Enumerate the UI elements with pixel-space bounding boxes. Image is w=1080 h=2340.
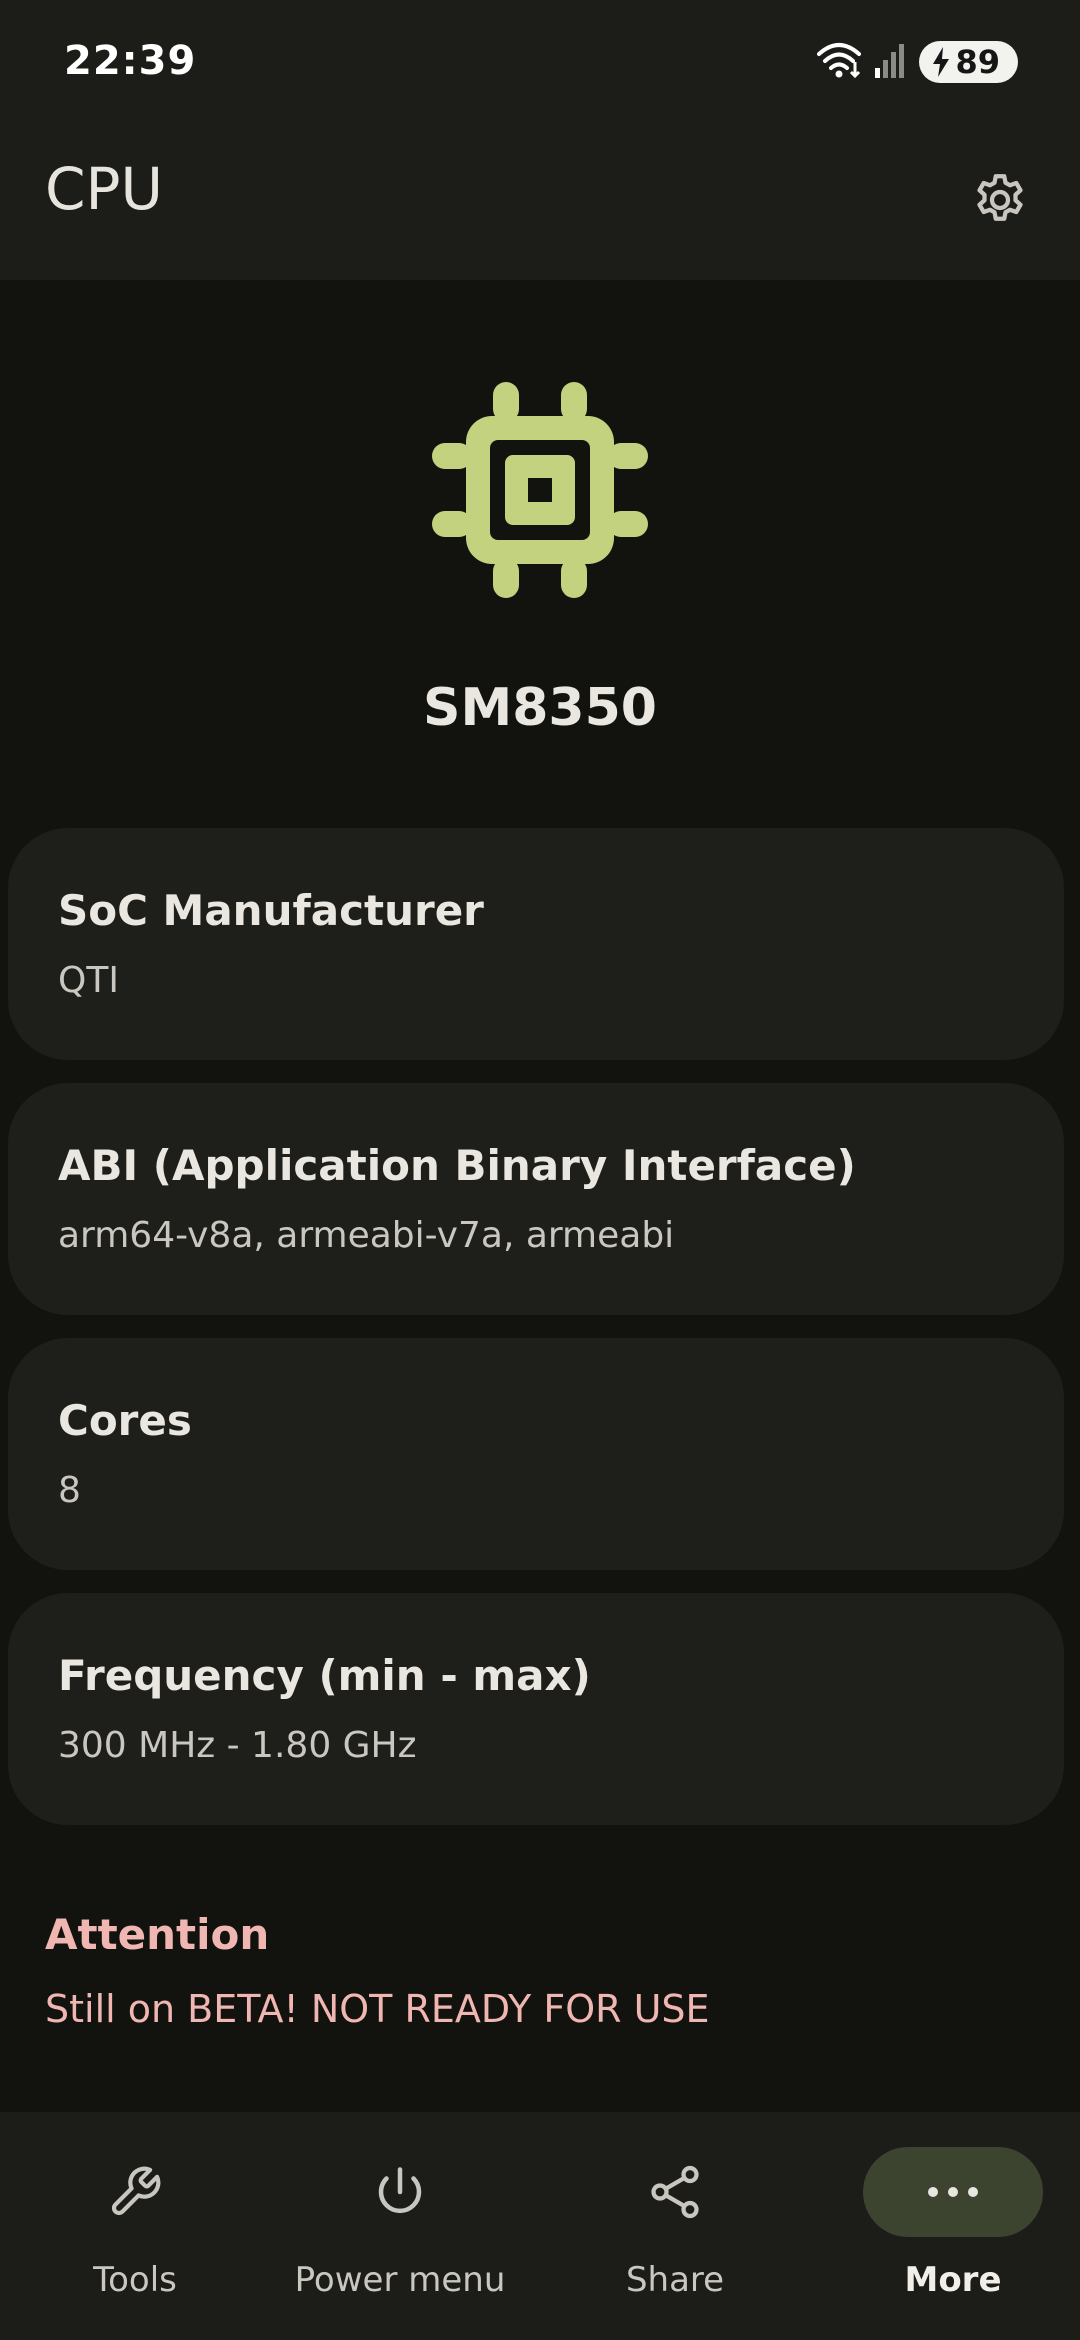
signal-icon — [875, 42, 905, 82]
status-bar: 22:39 89 — [0, 0, 1080, 125]
card-value: arm64-v8a, armeabi-v7a, armeabi — [58, 1215, 675, 1256]
nav-icon-container — [310, 2147, 490, 2237]
power-icon — [378, 2167, 422, 2214]
nav-label: Power menu — [294, 2260, 506, 2300]
card-title: Cores — [58, 1396, 192, 1445]
nav-label: Share — [625, 2260, 725, 2300]
page-title: CPU — [45, 155, 163, 223]
nav-item-tools[interactable]: Tools — [0, 2112, 270, 2340]
nav-icon-container — [45, 2147, 225, 2237]
info-card-abi: ABI (Application Binary Interface) arm64… — [8, 1083, 1064, 1315]
settings-button[interactable] — [950, 150, 1050, 250]
gear-icon — [977, 174, 1023, 221]
nav-icon-container — [585, 2147, 765, 2237]
nav-item-more[interactable]: More — [818, 2112, 1080, 2340]
more-horizontal-icon — [928, 2187, 978, 2197]
share-icon — [651, 2165, 699, 2219]
nav-label: Tools — [93, 2260, 177, 2300]
wifi-icon — [817, 40, 862, 84]
status-time: 22:39 — [64, 38, 197, 84]
info-card-cores: Cores 8 — [8, 1338, 1064, 1570]
charging-bolt-icon — [933, 47, 950, 77]
card-title: Frequency (min - max) — [58, 1651, 591, 1700]
card-value: 8 — [58, 1470, 81, 1511]
card-title: ABI (Application Binary Interface) — [58, 1141, 856, 1190]
nav-item-share[interactable]: Share — [540, 2112, 810, 2340]
attention-title: Attention — [45, 1910, 270, 1959]
nav-icon-container-active — [863, 2147, 1043, 2237]
bottom-navigation: Tools Power menu Share More — [0, 2112, 1080, 2340]
wrench-icon — [111, 2166, 161, 2216]
soc-name: SM8350 — [423, 678, 657, 738]
card-value: 300 MHz - 1.80 GHz — [58, 1725, 417, 1766]
info-card-soc-manufacturer: SoC Manufacturer QTI — [8, 828, 1064, 1060]
attention-text: Still on BETA! NOT READY FOR USE — [45, 1987, 710, 2031]
nav-label: More — [904, 2260, 1002, 2300]
battery-level: 89 — [955, 43, 1000, 81]
card-value: QTI — [58, 960, 119, 1001]
info-card-frequency: Frequency (min - max) 300 MHz - 1.80 GHz — [8, 1593, 1064, 1825]
status-icons: 89 — [817, 40, 1018, 84]
battery-indicator: 89 — [919, 41, 1018, 83]
nav-item-power-menu[interactable]: Power menu — [265, 2112, 535, 2340]
app-bar: CPU — [0, 125, 1080, 280]
card-title: SoC Manufacturer — [58, 886, 484, 935]
cpu-chip-icon — [430, 380, 650, 600]
